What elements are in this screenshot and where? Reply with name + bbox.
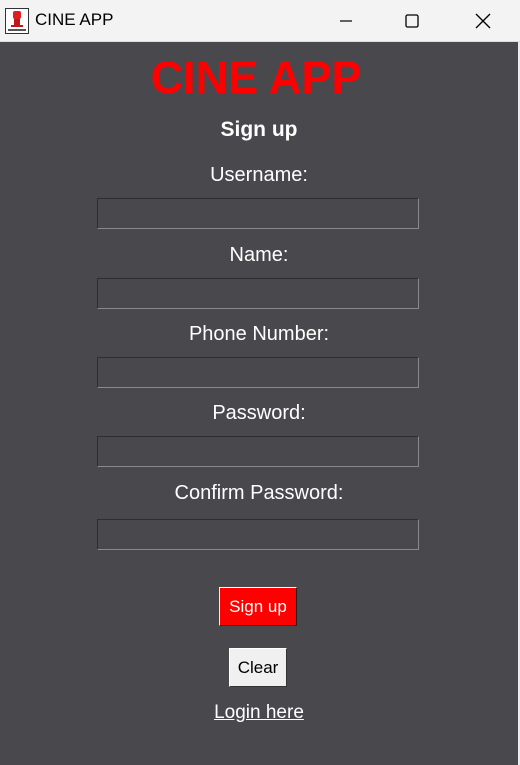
maximize-button[interactable] (389, 0, 435, 42)
signup-button[interactable]: Sign up (219, 587, 297, 626)
minimize-icon (340, 20, 352, 22)
password-label: Password: (212, 402, 306, 424)
username-field[interactable] (97, 198, 419, 229)
app-heading: CINE APP (150, 52, 362, 103)
form-subheading: Sign up (220, 118, 298, 141)
minimize-button[interactable] (323, 0, 369, 42)
title-bar: CINE APP (0, 0, 520, 42)
signup-window: CINE APP CINE APP Sign up Username: Name… (0, 0, 520, 765)
cinema-app-icon (5, 8, 29, 34)
phone-number-label: Phone Number: (188, 323, 330, 345)
close-button[interactable] (460, 0, 506, 42)
clear-button[interactable]: Clear (229, 648, 287, 687)
window-title: CINE APP (35, 10, 114, 29)
login-link[interactable]: Login here (0, 701, 518, 725)
name-field[interactable] (97, 278, 419, 309)
confirm-password-field[interactable] (97, 519, 419, 550)
confirm-password-label: Confirm Password: (174, 482, 344, 504)
name-label: Name: (229, 244, 289, 266)
password-field[interactable] (97, 436, 419, 467)
phone-number-field[interactable] (97, 357, 419, 388)
close-icon (475, 13, 491, 29)
username-label: Username: (210, 164, 308, 186)
maximize-icon (405, 14, 419, 28)
